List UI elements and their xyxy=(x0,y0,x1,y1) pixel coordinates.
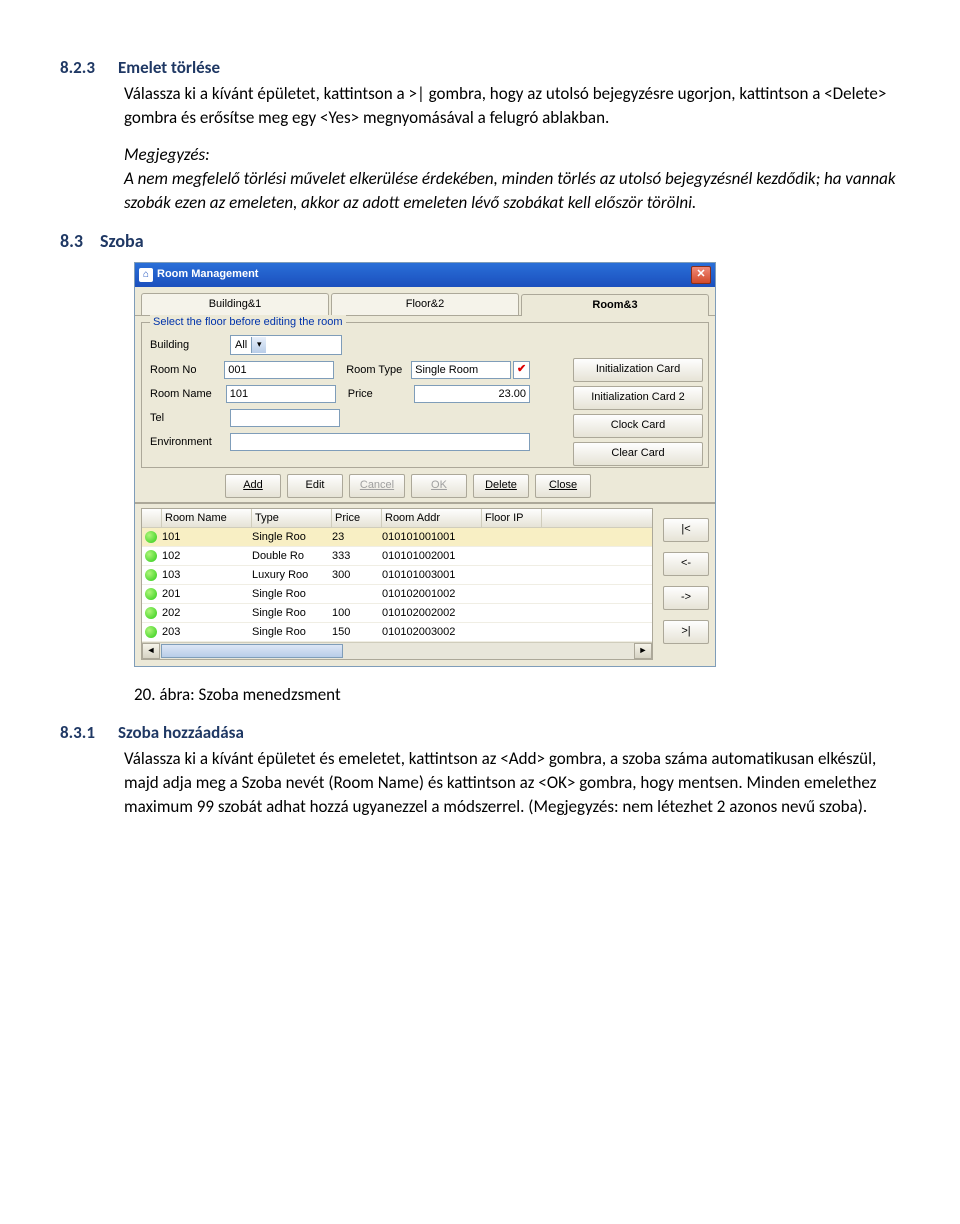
nav-prev-button[interactable]: <- xyxy=(663,552,709,576)
add-button[interactable]: Add xyxy=(225,474,281,498)
heading-8-2-3: 8.2.3Emelet törlése xyxy=(60,56,900,80)
body-8-3-1: Válassza ki a kívánt épületet és emelete… xyxy=(124,747,900,818)
action-button-row: Add Edit Cancel OK Delete Close xyxy=(225,474,715,498)
tel-input[interactable] xyxy=(230,409,340,427)
status-dot-icon xyxy=(145,626,157,638)
table-row[interactable]: 101Single Roo23010101001001 xyxy=(142,528,652,547)
ok-button[interactable]: OK xyxy=(411,474,467,498)
tab-room[interactable]: Room&3 xyxy=(521,294,709,316)
label-price: Price xyxy=(348,387,414,402)
table-row[interactable]: 202Single Roo100010102002002 xyxy=(142,604,652,623)
record-nav: |< <- -> >| xyxy=(663,508,709,660)
room-management-window: ⌂ Room Management ✕ Building&1 Floor&2 R… xyxy=(134,262,716,667)
init-card2-button[interactable]: Initialization Card 2 xyxy=(573,386,703,410)
table-header: Room Name Type Price Room Addr Floor IP xyxy=(142,509,652,528)
env-input[interactable] xyxy=(230,433,530,451)
table-row[interactable]: 203Single Roo150010102003002 xyxy=(142,623,652,642)
clock-card-button[interactable]: Clock Card xyxy=(573,414,703,438)
window-title: Room Management xyxy=(157,267,691,282)
scroll-left-icon[interactable]: ◄ xyxy=(142,643,160,659)
tab-building[interactable]: Building&1 xyxy=(141,293,329,315)
price-input[interactable] xyxy=(414,385,530,403)
label-building: Building xyxy=(150,338,230,353)
figure-caption: 20. ábra: Szoba menedzsment xyxy=(134,683,900,707)
edit-button[interactable]: Edit xyxy=(287,474,343,498)
roomno-input[interactable] xyxy=(224,361,334,379)
close-icon[interactable]: ✕ xyxy=(691,266,711,284)
tab-floor[interactable]: Floor&2 xyxy=(331,293,519,315)
label-roomname: Room Name xyxy=(150,387,226,402)
label-roomtype: Room Type xyxy=(346,363,411,378)
titlebar: ⌂ Room Management ✕ xyxy=(135,263,715,287)
table-row[interactable]: 103Luxury Roo300010101003001 xyxy=(142,566,652,585)
init-card-button[interactable]: Initialization Card xyxy=(573,358,703,382)
status-dot-icon xyxy=(145,588,157,600)
chevron-down-icon: ▾ xyxy=(251,337,266,353)
group-caption: Select the floor before editing the room xyxy=(150,315,346,330)
nav-last-button[interactable]: >| xyxy=(663,620,709,644)
label-roomno: Room No xyxy=(150,363,224,378)
cancel-button[interactable]: Cancel xyxy=(349,474,405,498)
h-scrollbar[interactable]: ◄ ► xyxy=(142,642,652,659)
building-select[interactable]: All▾ xyxy=(230,335,342,355)
status-dot-icon xyxy=(145,550,157,562)
side-buttons: Initialization Card Initialization Card … xyxy=(573,358,703,466)
status-dot-icon xyxy=(145,607,157,619)
clear-card-button[interactable]: Clear Card xyxy=(573,442,703,466)
window-icon: ⌂ xyxy=(139,268,153,282)
status-dot-icon xyxy=(145,569,157,581)
body-8-2-3: Válassza ki a kívánt épületet, kattintso… xyxy=(124,82,900,130)
status-dot-icon xyxy=(145,531,157,543)
roomtype-picker-button[interactable]: ✔ xyxy=(513,361,530,379)
nav-first-button[interactable]: |< xyxy=(663,518,709,542)
delete-button[interactable]: Delete xyxy=(473,474,529,498)
table-row[interactable]: 201Single Roo010102001002 xyxy=(142,585,652,604)
heading-8-3-1: 8.3.1Szoba hozzáadása xyxy=(60,721,900,745)
scroll-thumb[interactable] xyxy=(161,644,343,658)
rooms-table: Room Name Type Price Room Addr Floor IP … xyxy=(141,508,653,660)
scroll-right-icon[interactable]: ► xyxy=(634,643,652,659)
roomname-input[interactable] xyxy=(226,385,336,403)
separator xyxy=(135,502,715,504)
label-env: Environment xyxy=(150,435,230,450)
nav-next-button[interactable]: -> xyxy=(663,586,709,610)
roomtype-input[interactable] xyxy=(411,361,511,379)
tab-strip: Building&1 Floor&2 Room&3 xyxy=(135,287,715,316)
label-tel: Tel xyxy=(150,411,230,426)
note-8-2-3: Megjegyzés: A nem megfelelő törlési műve… xyxy=(124,143,900,214)
table-row[interactable]: 102Double Ro333010101002001 xyxy=(142,547,652,566)
close-button[interactable]: Close xyxy=(535,474,591,498)
heading-8-3: 8.3Szoba xyxy=(60,229,900,254)
